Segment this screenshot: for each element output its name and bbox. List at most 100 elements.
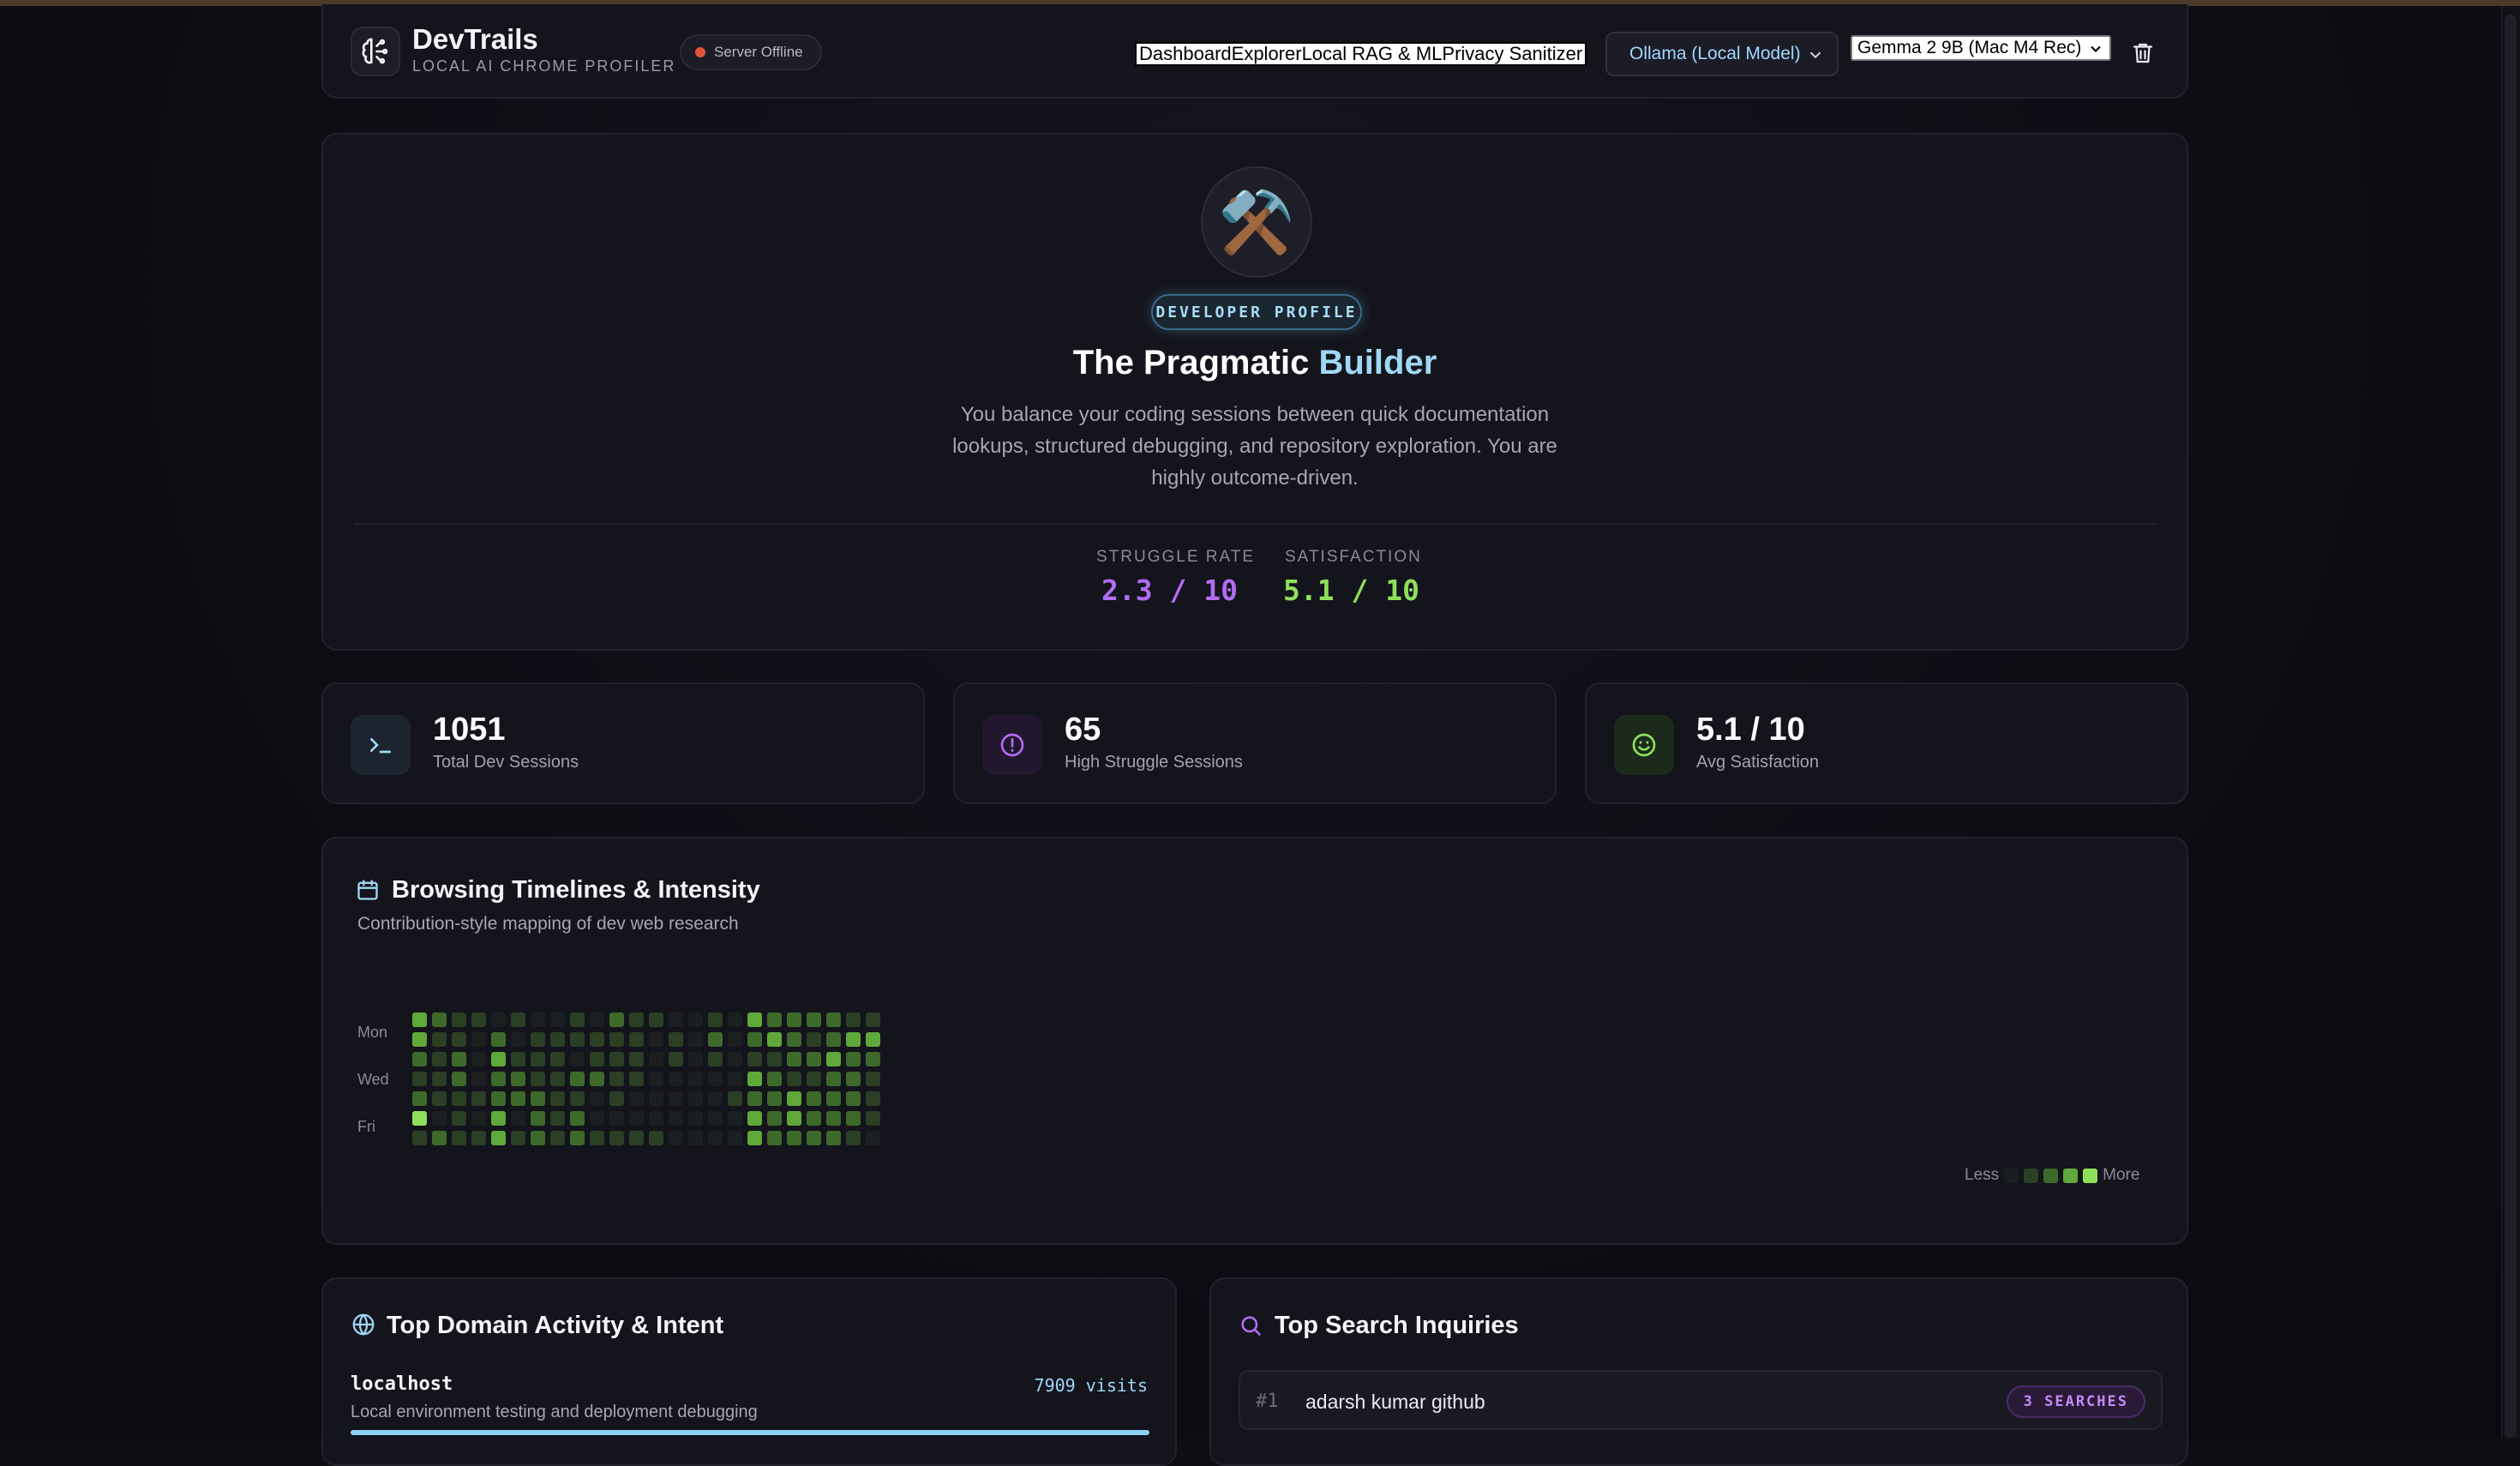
heatmap-cell[interactable] — [471, 1032, 486, 1047]
heatmap-cell[interactable] — [452, 1111, 466, 1126]
heatmap-cell[interactable] — [807, 1091, 821, 1106]
heatmap-cell[interactable] — [590, 1091, 604, 1106]
heatmap-cell[interactable] — [629, 1131, 644, 1145]
heatmap-cell[interactable] — [590, 1072, 604, 1086]
heatmap-cell[interactable] — [570, 1091, 585, 1106]
trash-icon[interactable] — [2130, 39, 2156, 68]
heatmap-cell[interactable] — [728, 1091, 742, 1106]
heatmap-cell[interactable] — [471, 1111, 486, 1126]
heatmap-cell[interactable] — [747, 1072, 762, 1086]
heatmap-cell[interactable] — [846, 1091, 861, 1106]
heatmap-cell[interactable] — [629, 1091, 644, 1106]
heatmap-cell[interactable] — [688, 1111, 703, 1126]
heatmap-cell[interactable] — [866, 1111, 880, 1126]
heatmap-cell[interactable] — [412, 1052, 427, 1066]
heatmap-cell[interactable] — [452, 1012, 466, 1027]
heatmap-cell[interactable] — [531, 1131, 545, 1145]
heatmap-cell[interactable] — [629, 1072, 644, 1086]
heatmap-cell[interactable] — [452, 1052, 466, 1066]
heatmap-cell[interactable] — [491, 1091, 506, 1106]
heatmap-cell[interactable] — [846, 1012, 861, 1027]
heatmap-cell[interactable] — [452, 1072, 466, 1086]
page-scrollbar[interactable] — [2501, 6, 2520, 1439]
heatmap-cell[interactable] — [491, 1131, 506, 1145]
heatmap-cell[interactable] — [471, 1131, 486, 1145]
heatmap-cell[interactable] — [728, 1032, 742, 1047]
heatmap-cell[interactable] — [669, 1032, 683, 1047]
heatmap-cell[interactable] — [747, 1111, 762, 1126]
heatmap-cell[interactable] — [747, 1131, 762, 1145]
heatmap-cell[interactable] — [669, 1111, 683, 1126]
heatmap-cell[interactable] — [747, 1032, 762, 1047]
heatmap-cell[interactable] — [550, 1111, 565, 1126]
heatmap-cell[interactable] — [432, 1072, 447, 1086]
heatmap-cell[interactable] — [550, 1131, 565, 1145]
heatmap-cell[interactable] — [491, 1072, 506, 1086]
heatmap-cell[interactable] — [767, 1032, 782, 1047]
heatmap-cell[interactable] — [826, 1072, 841, 1086]
heatmap-cell[interactable] — [669, 1012, 683, 1027]
heatmap-cell[interactable] — [432, 1131, 447, 1145]
heatmap-cell[interactable] — [688, 1072, 703, 1086]
heatmap-cell[interactable] — [708, 1012, 723, 1027]
heatmap-cell[interactable] — [826, 1032, 841, 1047]
heatmap-cell[interactable] — [452, 1091, 466, 1106]
heatmap-cell[interactable] — [708, 1091, 723, 1106]
heatmap-cell[interactable] — [609, 1111, 624, 1126]
heatmap-cell[interactable] — [787, 1111, 801, 1126]
heatmap-cell[interactable] — [412, 1072, 427, 1086]
heatmap-cell[interactable] — [708, 1111, 723, 1126]
heatmap-cell[interactable] — [747, 1052, 762, 1066]
search-row[interactable]: #1 adarsh kumar github 3 SEARCHES — [1239, 1370, 2163, 1430]
heatmap-cell[interactable] — [708, 1052, 723, 1066]
heatmap-cell[interactable] — [412, 1032, 427, 1047]
heatmap-cell[interactable] — [866, 1052, 880, 1066]
heatmap-cell[interactable] — [728, 1052, 742, 1066]
scrollbar-thumb[interactable] — [2505, 15, 2517, 1438]
heatmap-cell[interactable] — [511, 1131, 525, 1145]
heatmap-cell[interactable] — [471, 1012, 486, 1027]
heatmap-cell[interactable] — [767, 1012, 782, 1027]
heatmap-cell[interactable] — [767, 1111, 782, 1126]
heatmap-cell[interactable] — [412, 1111, 427, 1126]
heatmap-cell[interactable] — [846, 1032, 861, 1047]
heatmap-cell[interactable] — [807, 1131, 821, 1145]
heatmap-cell[interactable] — [531, 1111, 545, 1126]
heatmap-cell[interactable] — [787, 1072, 801, 1086]
heatmap-cell[interactable] — [590, 1111, 604, 1126]
heatmap-cell[interactable] — [787, 1032, 801, 1047]
heatmap-cell[interactable] — [807, 1111, 821, 1126]
heatmap-cell[interactable] — [432, 1091, 447, 1106]
heatmap-cell[interactable] — [708, 1131, 723, 1145]
heatmap-cell[interactable] — [846, 1052, 861, 1066]
heatmap-cell[interactable] — [826, 1012, 841, 1027]
heatmap-cell[interactable] — [471, 1091, 486, 1106]
heatmap-cell[interactable] — [511, 1091, 525, 1106]
heatmap-cell[interactable] — [471, 1072, 486, 1086]
heatmap-cell[interactable] — [511, 1111, 525, 1126]
heatmap-cell[interactable] — [629, 1012, 644, 1027]
nav-local-rag[interactable]: Local RAG & ML — [1302, 43, 1443, 65]
heatmap-cell[interactable] — [807, 1052, 821, 1066]
heatmap-cell[interactable] — [531, 1072, 545, 1086]
heatmap-cell[interactable] — [570, 1111, 585, 1126]
heatmap-cell[interactable] — [491, 1012, 506, 1027]
heatmap-cell[interactable] — [708, 1072, 723, 1086]
model-select[interactable]: Gemma 2 9B (Mac M4 Rec) — [1851, 35, 2111, 61]
heatmap-cell[interactable] — [570, 1072, 585, 1086]
nav-explorer[interactable]: Explorer — [1232, 43, 1302, 65]
heatmap-cell[interactable] — [412, 1091, 427, 1106]
heatmap-cell[interactable] — [787, 1091, 801, 1106]
heatmap-cell[interactable] — [590, 1131, 604, 1145]
heatmap-cell[interactable] — [649, 1072, 663, 1086]
heatmap-cell[interactable] — [669, 1072, 683, 1086]
heatmap-cell[interactable] — [491, 1032, 506, 1047]
heatmap-cell[interactable] — [767, 1052, 782, 1066]
heatmap-cell[interactable] — [767, 1072, 782, 1086]
heatmap-cell[interactable] — [570, 1131, 585, 1145]
heatmap-cell[interactable] — [728, 1012, 742, 1027]
heatmap-cell[interactable] — [649, 1052, 663, 1066]
heatmap-cell[interactable] — [609, 1052, 624, 1066]
heatmap-cell[interactable] — [491, 1111, 506, 1126]
heatmap-cell[interactable] — [846, 1131, 861, 1145]
